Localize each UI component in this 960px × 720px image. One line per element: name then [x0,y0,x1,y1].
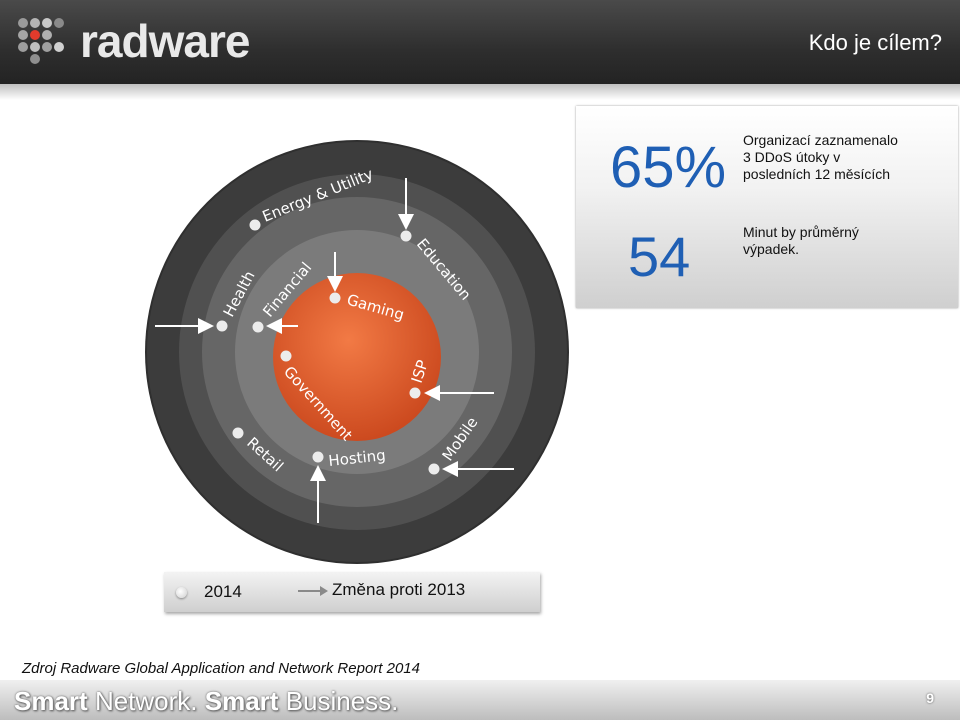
legend: 2014 Změna proti 2013 [164,572,540,612]
dot-energy [249,219,261,231]
footer-tagline: Smart Network. Smart Business. [14,686,398,717]
legend-arrow-icon [298,586,328,596]
dot-mobile [428,463,440,475]
dot-financial [252,321,264,333]
dot-isp [409,387,421,399]
tagline-smart-2: Smart [204,686,279,716]
dot-health [216,320,228,332]
tagline-network: Network. [94,686,198,716]
legend-change: Změna proti 2013 [332,580,466,599]
slide-footer: Smart Network. Smart Business. 9 [0,680,960,720]
dot-hosting [312,451,324,463]
dot-government [280,350,292,362]
source-note: Zdroj Radware Global Application and Net… [22,660,420,677]
dot-education [400,230,412,242]
target-rings-diagram: Energy & Utility Education Health Financ… [145,140,569,564]
dot-gaming [329,292,341,304]
legend-dot-icon [176,587,187,598]
legend-year: 2014 [204,582,242,601]
tagline-business: Business. [285,686,399,716]
page-number: 9 [926,690,934,706]
dot-retail [232,427,244,439]
tagline-smart-1: Smart [14,686,88,716]
